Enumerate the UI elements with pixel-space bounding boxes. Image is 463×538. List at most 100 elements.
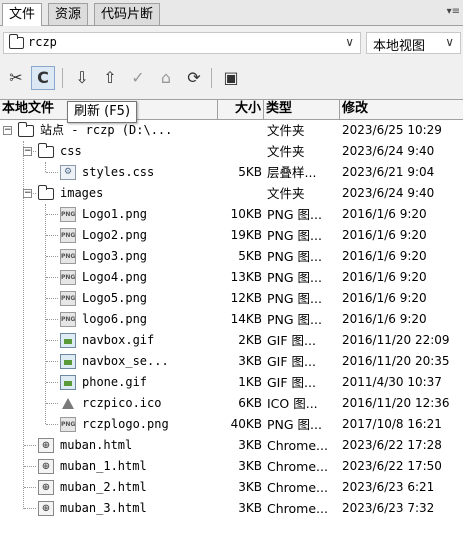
gif-file-icon [60,333,76,348]
tree-line [46,172,58,173]
file-row[interactable]: ⊕ muban.html 3KB Chrome... 2023/6/22 17:28 [0,435,463,456]
file-row[interactable]: rczpico.ico 6KB ICO 图... 2016/11/20 12:36 [0,393,463,414]
tree-line [24,487,36,488]
file-modified: 2016/1/6 9:20 [342,270,427,284]
file-name: Logo1.png [82,207,148,221]
file-row[interactable]: PNG Logo3.png 5KB PNG 图... 2016/1/6 9:20 [0,246,463,267]
connect-icon[interactable]: ✂ [4,66,28,90]
get-icon[interactable]: ⇩ [70,66,94,90]
refresh-tooltip: 刷新 (F5) [67,101,138,123]
column-header-size[interactable]: 大小 [218,100,264,119]
tab-assets[interactable]: 资源 [48,3,89,25]
panel-tabs: 文件 资源 代码片断 ▾≡ [0,0,463,26]
site-row: rczp ∨ 本地视图 ∨ [0,26,463,62]
file-size: 14KB [230,312,262,326]
file-name: css [60,144,82,158]
file-size: 3KB [238,438,262,452]
tree-line [24,508,36,509]
view-select[interactable]: 本地视图 ∨ [366,32,461,54]
file-name: muban.html [60,438,133,452]
file-type: PNG 图... [267,249,322,264]
file-name: muban_2.html [60,480,147,494]
put-icon[interactable]: ⇧ [98,66,122,90]
file-row[interactable]: ⚙ styles.css 5KB 层叠样... 2023/6/21 9:04 [0,162,463,183]
file-type: PNG 图... [267,270,322,285]
sync-icon[interactable]: ⟳ [182,66,206,90]
file-modified: 2023/6/23 6:21 [342,480,435,494]
file-name: navbox.gif [82,333,155,347]
column-header-modified[interactable]: 修改 [340,100,463,119]
expand-icon[interactable]: ▣ [219,66,243,90]
refresh-icon[interactable]: C [31,66,55,90]
file-row[interactable]: ⊕ muban_1.html 3KB Chrome... 2023/6/22 17:50 [0,456,463,477]
file-type: ICO 图... [267,396,318,411]
file-name: Logo5.png [82,291,148,305]
file-modified: 2017/10/8 16:21 [342,417,442,431]
collapse-toggle-icon[interactable]: − [3,126,12,135]
toolbar-divider [62,68,63,88]
file-size: 3KB [238,354,262,368]
site-select[interactable]: rczp ∨ [3,32,361,54]
file-size: 19KB [230,228,262,242]
file-row[interactable]: PNG rczplogo.png 40KB PNG 图... 2017/10/8 16:… [0,414,463,435]
file-size: 3KB [238,501,262,515]
file-modified: 2023/6/25 10:29 [342,123,442,137]
file-type: GIF 图... [267,354,316,369]
file-modified: 2016/1/6 9:20 [342,207,427,221]
folder-icon [38,143,54,158]
file-size: 10KB [230,207,262,221]
file-modified: 2023/6/24 9:40 [342,186,435,200]
folder-row[interactable]: − css 文件夹 2023/6/24 9:40 [0,141,463,162]
file-row[interactable]: navbox_se... 3KB GIF 图... 2016/11/20 20:35 [0,351,463,372]
png-file-icon: PNG [60,207,76,222]
file-name: rczplogo.png [82,417,169,431]
file-type: PNG 图... [267,207,322,222]
file-type: 文件夹 [267,144,305,159]
file-modified: 2016/11/20 22:09 [342,333,450,347]
column-header-type[interactable]: 类型 [264,100,340,119]
file-modified: 2023/6/22 17:28 [342,438,442,452]
file-row[interactable]: navbox.gif 2KB GIF 图... 2016/11/20 22:09 [0,330,463,351]
file-size: 3KB [238,480,262,494]
file-name: 站点 - rczp (D:\... [40,123,173,137]
file-name: Logo3.png [82,249,148,263]
file-type: Chrome... [267,501,328,516]
file-row[interactable]: PNG logo6.png 14KB PNG 图... 2016/1/6 9:20 [0,309,463,330]
file-size: 2KB [238,333,262,347]
folder-row[interactable]: − 站点 - rczp (D:\... 文件夹 2023/6/25 10:29 [0,120,463,141]
file-name: muban_3.html [60,501,147,515]
file-name: styles.css [82,165,155,179]
tree-line [46,382,58,383]
file-size: 5KB [238,165,262,179]
tree-line [46,340,58,341]
toolbar-divider [211,68,212,88]
png-file-icon: PNG [60,417,76,432]
png-file-icon: PNG [60,270,76,285]
file-modified: 2016/1/6 9:20 [342,291,427,305]
folder-row[interactable]: − images 文件夹 2023/6/24 9:40 [0,183,463,204]
file-row[interactable]: ⊕ muban_3.html 3KB Chrome... 2023/6/23 7:32 [0,498,463,519]
file-row[interactable]: ⊕ muban_2.html 3KB Chrome... 2023/6/23 6:21 [0,477,463,498]
tab-snippets[interactable]: 代码片断 [94,3,161,25]
collapse-toggle-icon[interactable]: − [23,147,32,156]
collapse-toggle-icon[interactable]: − [23,189,32,198]
file-row[interactable]: PNG Logo2.png 19KB PNG 图... 2016/1/6 9:20 [0,225,463,246]
checkout-icon[interactable]: ✓ [126,66,150,90]
file-name: rczpico.ico [82,396,162,410]
file-size: 6KB [238,396,262,410]
folder-icon [18,122,34,137]
file-name: muban_1.html [60,459,147,473]
menu-icon[interactable]: ▾≡ [447,6,460,17]
file-size: 40KB [230,417,262,431]
file-row[interactable]: PNG Logo1.png 10KB PNG 图... 2016/1/6 9:20 [0,204,463,225]
file-row[interactable]: phone.gif 1KB GIF 图... 2011/4/30 10:37 [0,372,463,393]
file-row[interactable]: PNG Logo4.png 13KB PNG 图... 2016/1/6 9:20 [0,267,463,288]
file-modified: 2016/1/6 9:20 [342,312,427,326]
checkin-icon[interactable]: ⌂ [154,66,178,90]
file-type: 层叠样... [267,165,317,180]
file-name: Logo4.png [82,270,148,284]
folder-icon [9,34,24,49]
tab-files[interactable]: 文件 [2,3,43,26]
tree-line [46,403,58,404]
file-row[interactable]: PNG Logo5.png 12KB PNG 图... 2016/1/6 9:20 [0,288,463,309]
